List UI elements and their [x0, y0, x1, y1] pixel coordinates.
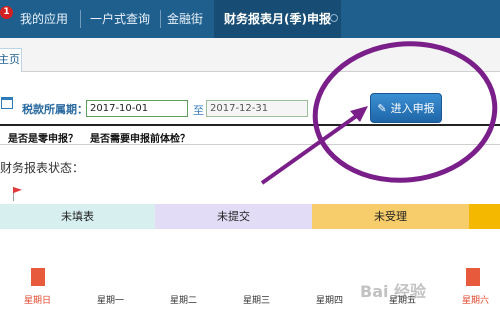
period-start-input[interactable]: [86, 100, 188, 117]
status-not-submitted: 未提交: [155, 204, 312, 229]
nav-divider: [160, 10, 161, 28]
day-label-tuesday: 星期二: [170, 296, 198, 306]
tab-close-icon[interactable]: [330, 14, 338, 22]
pencil-icon: ✎: [377, 101, 387, 115]
enter-declaration-button[interactable]: ✎ 进入申报: [370, 93, 442, 123]
status-not-filled: 未填表: [0, 204, 155, 229]
calendar-icon: [1, 97, 13, 109]
period-end-input[interactable]: [206, 100, 308, 117]
day-label-monday: 星期一: [97, 296, 125, 306]
top-navigation-bar: 1 我的应用 一户式查询 金融街 财务报表月(季)申报: [0, 0, 500, 38]
tab-home-label: 主页: [0, 53, 20, 66]
flag-icon: [13, 187, 22, 194]
nav-household-query[interactable]: 一户式查询: [90, 0, 150, 38]
nav-my-apps[interactable]: 我的应用: [20, 0, 68, 38]
enter-declaration-label: 进入申报: [390, 102, 435, 115]
day-label-saturday: 星期六: [462, 296, 490, 306]
zero-declaration-question[interactable]: 是否是零申报？: [8, 130, 78, 145]
status-next-segment: [469, 204, 500, 229]
tab-home[interactable]: 主页: [0, 48, 22, 72]
annotation-arrowhead: [350, 106, 368, 122]
tax-period-label: 税款所属期：: [22, 103, 88, 116]
status-not-accepted: 未受理: [312, 204, 469, 229]
day-marker-sunday: [31, 268, 45, 286]
report-status-title: 财务报表状态：: [0, 161, 85, 175]
nav-divider: [80, 10, 81, 28]
annotation-arrow-line: [260, 110, 364, 185]
pre-check-question[interactable]: 是否需要申报前体检？: [90, 130, 190, 145]
period-to-label: 至: [193, 104, 204, 117]
day-label-wednesday: 星期三: [243, 296, 271, 306]
day-label-thursday: 星期四: [316, 296, 344, 306]
sub-tab-row: 主页: [0, 38, 500, 72]
day-marker-saturday: [466, 268, 480, 286]
day-label-sunday: 星期日: [24, 296, 52, 306]
nav-finance-street[interactable]: 金融街: [167, 0, 203, 38]
nav-tab-financial-report[interactable]: 财务报表月(季)申报: [214, 0, 341, 38]
notification-badge[interactable]: 1: [0, 6, 13, 19]
watermark: Bai 经验: [360, 282, 427, 301]
question-row: 是否是零申报？ 是否需要申报前体检？: [0, 124, 500, 145]
